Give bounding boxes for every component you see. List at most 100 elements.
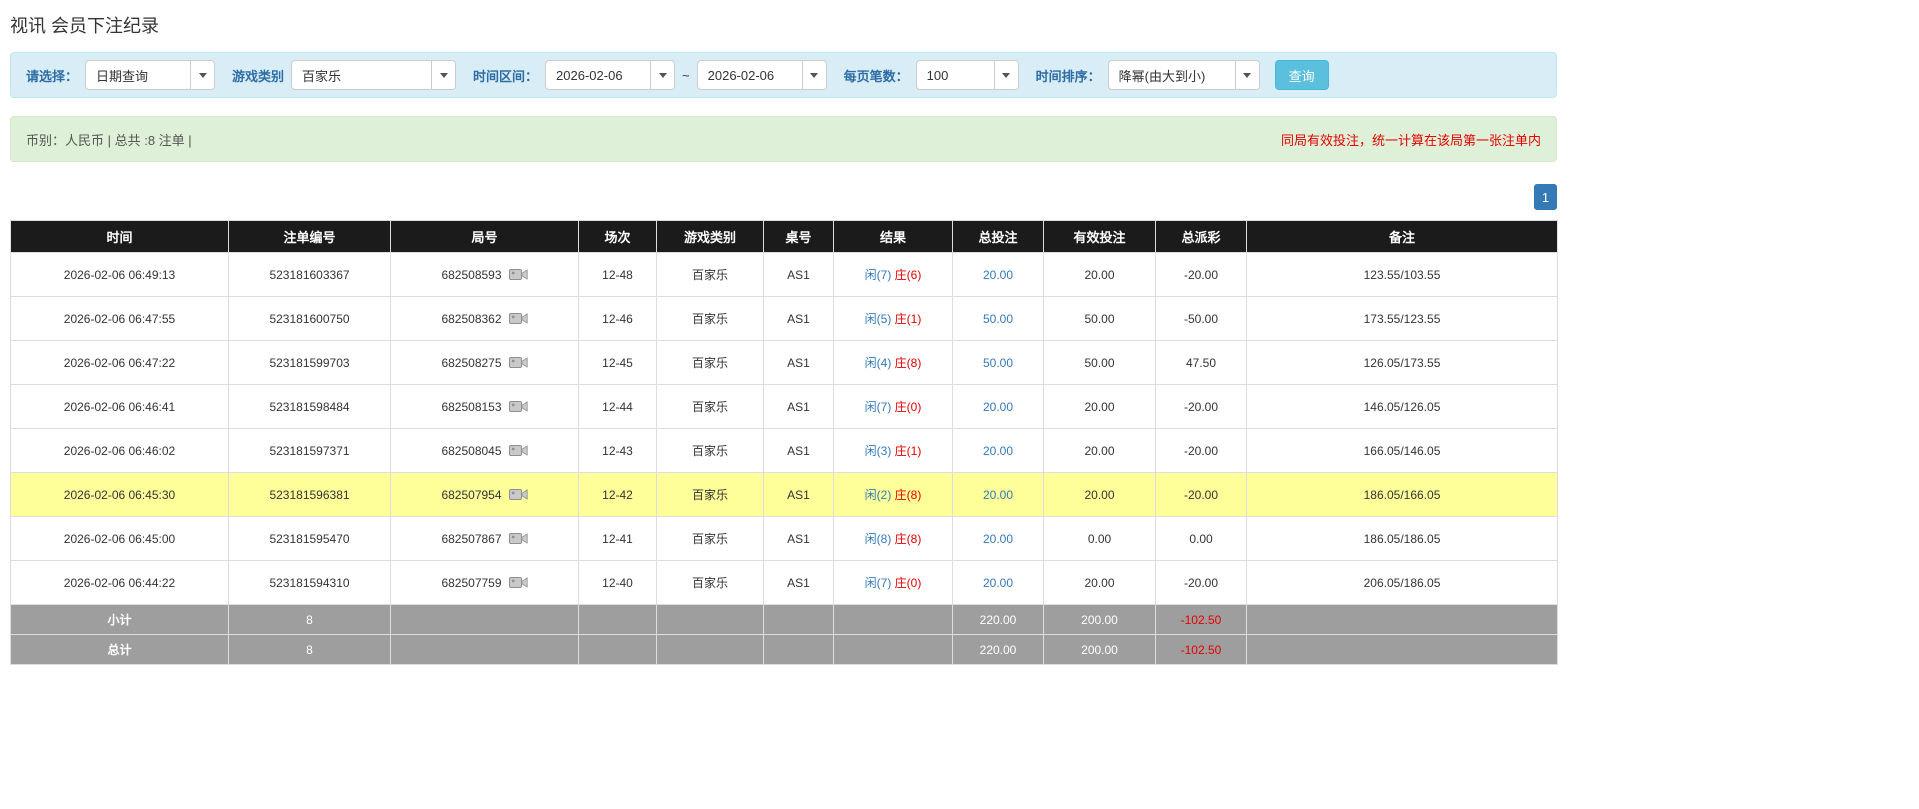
result-player: 闲(7) [864, 576, 892, 590]
result-banker: 庄(0) [894, 576, 922, 590]
video-replay-icon[interactable] [508, 399, 528, 414]
cell-remark: 166.05/146.05 [1246, 428, 1558, 473]
result-banker: 庄(8) [894, 356, 922, 370]
total-bet-link[interactable]: 20.00 [983, 576, 1013, 590]
cell-remark: 186.05/166.05 [1246, 472, 1558, 517]
video-replay-icon[interactable] [508, 575, 528, 590]
cell-result: 闲(2) 庄(8) [833, 472, 953, 517]
column-header: 注单编号 [228, 220, 391, 253]
cell-payout: -20.00 [1155, 560, 1247, 605]
cell-bet-id: 523181597371 [228, 428, 391, 473]
subtotal-row-cell [833, 604, 953, 635]
total-bet-link[interactable]: 20.00 [983, 400, 1013, 414]
total-bet-link[interactable]: 50.00 [983, 356, 1013, 370]
cell-result: 闲(7) 庄(6) [833, 252, 953, 297]
cell-round: 682508153 [390, 384, 579, 429]
column-header: 局号 [390, 220, 579, 253]
subtotal-row: 小计 8 220.00 200.00 -102.50 [10, 604, 1558, 635]
total-row-cell: -102.50 [1155, 634, 1247, 665]
cell-remark: 123.55/103.55 [1246, 252, 1558, 297]
column-header: 备注 [1246, 220, 1558, 253]
video-replay-icon[interactable] [508, 355, 528, 370]
video-replay-icon[interactable] [508, 487, 528, 502]
cell-round: 682508275 [390, 340, 579, 385]
video-replay-icon[interactable] [508, 311, 528, 326]
result-player: 闲(7) [864, 400, 892, 414]
column-header: 总派彩 [1155, 220, 1247, 253]
cell-result: 闲(5) 庄(1) [833, 296, 953, 341]
cell-bet-id: 523181595470 [228, 516, 391, 561]
cell-time: 2026-02-06 06:49:13 [10, 252, 229, 297]
cell-payout: -20.00 [1155, 428, 1247, 473]
cell-round: 682507954 [390, 472, 579, 517]
total-bet-link[interactable]: 20.00 [983, 444, 1013, 458]
date-from-select[interactable]: 2026-02-06 [545, 60, 676, 90]
result-banker: 庄(8) [894, 532, 922, 546]
time-range-label: 时间区间： [473, 68, 539, 84]
cell-session: 12-46 [578, 296, 657, 341]
column-header: 有效投注 [1043, 220, 1156, 253]
table-row: 2026-02-06 06:49:13 523181603367 682508593… [10, 252, 1558, 297]
page-title: 视讯 会员下注纪录 [10, 16, 160, 36]
video-replay-icon[interactable] [508, 267, 528, 282]
cell-remark: 126.05/173.55 [1246, 340, 1558, 385]
subtotal-row-cell: 小计 [10, 604, 229, 635]
subtotal-row-cell [656, 604, 764, 635]
cell-total-bet: 20.00 [952, 384, 1044, 429]
caret-down-icon [190, 61, 215, 89]
round-number: 682508275 [441, 355, 502, 370]
result-banker: 庄(1) [894, 444, 922, 458]
records-tbody: 2026-02-06 06:49:13 523181603367 682508593… [10, 252, 1558, 665]
round-number: 682508153 [441, 399, 502, 414]
total-bet-link[interactable]: 20.00 [983, 532, 1013, 546]
cell-total-bet: 20.00 [952, 428, 1044, 473]
cell-valid-bet: 20.00 [1043, 428, 1156, 473]
pagination: 1 [10, 184, 1557, 210]
result-banker: 庄(8) [894, 488, 922, 502]
cell-valid-bet: 20.00 [1043, 560, 1156, 605]
game-type-select[interactable]: 百家乐 [291, 60, 457, 90]
cell-table-no: AS1 [763, 428, 834, 473]
result-banker: 庄(6) [894, 268, 922, 282]
cell-round: 682508593 [390, 252, 579, 297]
cell-table-no: AS1 [763, 296, 834, 341]
cell-payout: -20.00 [1155, 384, 1247, 429]
total-row-cell: 220.00 [952, 634, 1044, 665]
total-bet-link[interactable]: 20.00 [983, 488, 1013, 502]
video-replay-icon[interactable] [508, 443, 528, 458]
date-from-value: 2026-02-06 [556, 67, 623, 83]
cell-time: 2026-02-06 06:47:22 [10, 340, 229, 385]
page-size-select[interactable]: 100 [915, 60, 1019, 90]
cell-bet-id: 523181600750 [228, 296, 391, 341]
column-header: 游戏类别 [656, 220, 764, 253]
sort-order-select[interactable]: 降幂(由大到小) [1107, 60, 1260, 90]
cell-bet-id: 523181598484 [228, 384, 391, 429]
page-size-value: 100 [926, 67, 949, 83]
cell-valid-bet: 0.00 [1043, 516, 1156, 561]
total-bet-link[interactable]: 20.00 [983, 268, 1013, 282]
total-bet-link[interactable]: 50.00 [983, 312, 1013, 326]
cell-round: 682507759 [390, 560, 579, 605]
subtotal-row-cell: 220.00 [952, 604, 1044, 635]
page-button-1[interactable]: 1 [1534, 184, 1557, 210]
search-button[interactable]: 查询 [1274, 60, 1329, 90]
round-number: 682507954 [441, 487, 502, 502]
cell-payout: 47.50 [1155, 340, 1247, 385]
cell-session: 12-41 [578, 516, 657, 561]
date-query-select[interactable]: 日期查询 [85, 60, 216, 90]
range-separator: ~ [682, 67, 690, 83]
result-player: 闲(8) [864, 532, 892, 546]
cell-remark: 173.55/123.55 [1246, 296, 1558, 341]
sort-order-value: 降幂(由大到小) [1118, 68, 1206, 84]
round-number: 682507867 [441, 531, 502, 546]
sort-order-label: 时间排序： [1035, 68, 1101, 84]
game-type-label: 游戏类别 [232, 68, 285, 84]
cell-result: 闲(7) 庄(0) [833, 560, 953, 605]
date-to-select[interactable]: 2026-02-06 [696, 60, 827, 90]
cell-time: 2026-02-06 06:45:00 [10, 516, 229, 561]
result-player: 闲(7) [864, 268, 892, 282]
column-header: 结果 [833, 220, 953, 253]
subtotal-row-cell: -102.50 [1155, 604, 1247, 635]
filter-bar: 请选择： 日期查询 游戏类别 百家乐 时间区间： 2026-02-06 ~ 20… [10, 52, 1557, 98]
video-replay-icon[interactable] [508, 531, 528, 546]
